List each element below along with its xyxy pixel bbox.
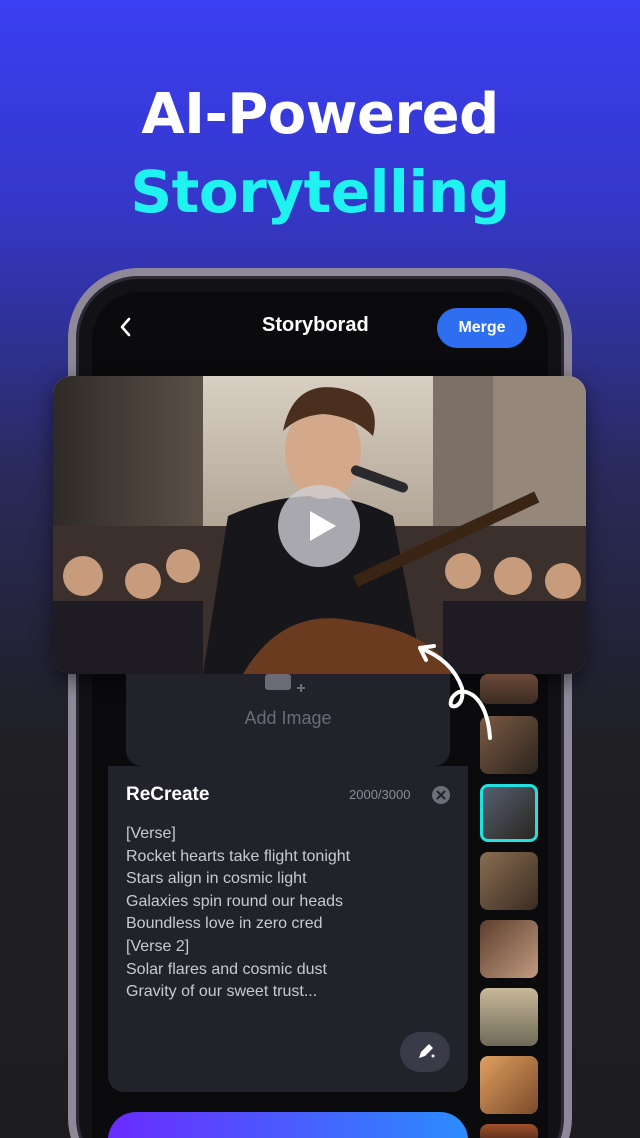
- lyric-line: Boundless love in zero cred: [126, 915, 323, 933]
- clear-icon[interactable]: [432, 786, 450, 804]
- thumbnail-5[interactable]: [480, 920, 538, 978]
- edit-icon[interactable]: [400, 1032, 450, 1072]
- thumbnail-4[interactable]: [480, 852, 538, 910]
- lyric-line: Galaxies spin round our heads: [126, 892, 344, 910]
- lyrics-text[interactable]: [Verse] Rocket hearts take flight tonight…: [126, 823, 446, 1004]
- play-icon[interactable]: [278, 485, 360, 567]
- back-icon[interactable]: [114, 314, 138, 340]
- recreate-title: ReCreate: [126, 784, 210, 805]
- lyric-line: Rocket hearts take flight tonight: [126, 847, 351, 865]
- thumbnail-8[interactable]: [480, 1124, 538, 1138]
- add-image-icon: [265, 674, 305, 692]
- thumbnail-6[interactable]: [480, 988, 538, 1046]
- lyric-line: [Verse 2]: [126, 937, 190, 955]
- page-title: Storyborad: [262, 314, 369, 336]
- pointer-arrow-icon: [418, 644, 492, 740]
- add-image-label: Add Image: [244, 708, 332, 728]
- character-counter: 2000/3000: [349, 787, 411, 802]
- lyric-line: Stars align in cosmic light: [126, 870, 307, 888]
- thumbnail-3-selected[interactable]: [480, 784, 538, 842]
- thumbnail-7[interactable]: [480, 1056, 538, 1114]
- headline-line1: AI-Powered: [141, 82, 499, 147]
- headline-line2: Storytelling: [130, 158, 510, 226]
- lyric-line: [Verse]: [126, 825, 176, 842]
- merge-button[interactable]: Merge: [437, 308, 527, 348]
- lyric-line: Solar flares and cosmic dust: [126, 960, 327, 978]
- lyric-line: Gravity of our sweet trust...: [126, 983, 318, 1001]
- generate-button[interactable]: [108, 1112, 468, 1138]
